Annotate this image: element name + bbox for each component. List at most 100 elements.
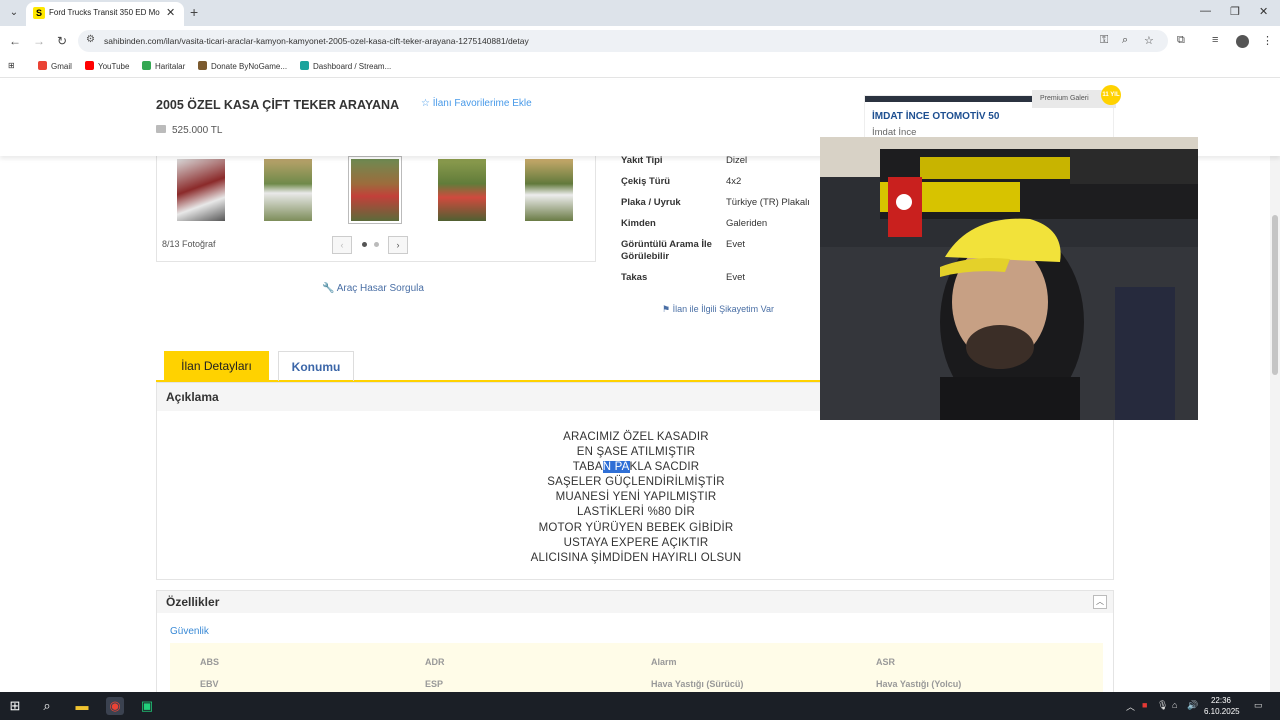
bookmark-donate[interactable]: Donate ByNoGame... (198, 61, 287, 71)
tray-app-icon[interactable]: ■ (1142, 700, 1147, 710)
feature-item: Hava Yastığı (Yolcu) (876, 679, 962, 689)
maximize-icon[interactable]: ❐ (1230, 5, 1240, 18)
browser-tab[interactable]: S Ford Trucks Transit 350 ED Mo ✕ (26, 2, 184, 26)
zoom-icon[interactable]: ⌕ (1122, 34, 1128, 47)
prev-photos-icon[interactable]: ‹ (332, 236, 352, 254)
address-bar[interactable]: ⚙ sahibinden.com/ilan/vasita-ticari-arac… (78, 30, 1168, 52)
url-text: sahibinden.com/ilan/vasita-ticari-aracla… (104, 36, 529, 46)
webcam-overlay (820, 137, 1198, 420)
collapse-icon[interactable]: ︿ (1093, 595, 1107, 609)
feature-item: ESP (425, 679, 444, 689)
youtube-icon (85, 61, 94, 70)
feature-category: Güvenlik (170, 626, 209, 637)
description-line: SAŞELER GÜÇLENDİRİLMİŞTİR (547, 476, 725, 488)
app-icon[interactable]: ▣ (138, 697, 156, 715)
feature-item: EBV (200, 679, 219, 689)
tray-chevron-icon[interactable]: ︿ (1126, 700, 1135, 713)
extensions-icon[interactable]: ⧉ (1177, 34, 1185, 47)
description-line: USTAYA EXPERE AÇIKTIR (563, 537, 709, 549)
reload-icon[interactable]: ↻ (57, 34, 67, 48)
wrench-icon: 🔧 (322, 283, 335, 294)
sahibinden-favicon-icon: S (33, 7, 45, 19)
dealer-name[interactable]: İMDAT İNCE OTOMOTİV 50 (872, 111, 999, 122)
description-line: TABAN PAKLA SACDIR (572, 461, 700, 473)
profile-avatar[interactable] (1236, 35, 1249, 48)
feature-item: ABS (200, 657, 220, 667)
flag-icon: ⚑ (662, 304, 671, 314)
years-badge: 11 YIL (1101, 85, 1121, 105)
description-line: LASTİKLERİ %80 DİR (576, 506, 695, 518)
feature-item: ASR (876, 657, 896, 667)
tab-location[interactable]: Konumu (278, 351, 354, 381)
file-explorer-icon[interactable]: ▬ (73, 697, 91, 715)
back-icon[interactable]: ← (9, 34, 21, 48)
photo-count: 8/13 Fotoğraf (162, 239, 216, 249)
tab-listing-details[interactable]: İlan Detayları (164, 351, 269, 381)
windows-taskbar: ⊞ ⌕ ▬ ◉ ▣ ︿ ■ 🎙 ⌂ 🔊 22:36 6.10.2025 ▭ (0, 692, 1280, 720)
next-photos-icon[interactable]: › (388, 236, 408, 254)
description-line: MOTOR YÜRÜYEN BEBEK GİBİDİR (538, 522, 734, 534)
scrollbar-thumb[interactable] (1272, 215, 1278, 375)
description-line: ARACIMIZ ÖZEL KASADIR (563, 431, 709, 443)
damage-query-link[interactable]: 🔧 Araç Hasar Sorgula (322, 283, 424, 294)
tab-close-icon[interactable]: ✕ (166, 6, 175, 19)
notification-icon[interactable]: ▭ (1254, 700, 1263, 711)
photo-gallery: 8/13 Fotoğraf ‹ › (156, 156, 596, 262)
apps-grid-icon[interactable]: ⊞ (8, 61, 15, 70)
feature-item: Hava Yastığı (Sürücü) (651, 679, 744, 689)
browser-toolbar: ← → ↻ ⚙ sahibinden.com/ilan/vasita-ticar… (0, 26, 1280, 56)
search-icon[interactable]: ⌕ (38, 697, 56, 715)
photo-thumbnail-selected[interactable] (348, 156, 402, 224)
donate-icon (198, 61, 207, 70)
maps-icon (142, 61, 151, 70)
listing-title: 2005 ÖZEL KASA ÇİFT TEKER ARAYANA (156, 98, 400, 112)
complaint-link[interactable]: ⚑ İlan ile İlgili Şikayetim Var (662, 304, 774, 315)
dashboard-icon (300, 61, 309, 70)
dealer-card-bar (865, 96, 1032, 102)
listing-price: 525.000 TL (156, 125, 222, 136)
taskbar-clock[interactable]: 22:36 6.10.2025 (1204, 695, 1240, 717)
description-line: ALICISINA ŞİMDİDEN HAYIRLI OLSUN (530, 552, 742, 564)
price-tag-icon (156, 125, 166, 133)
tab-title: Ford Trucks Transit 350 ED Mo (49, 8, 160, 17)
features-box: Özellikler ︿ Güvenlik ABS ADR Alarm ASR … (156, 590, 1114, 701)
photo-thumbnail[interactable] (264, 159, 312, 221)
description-line: MUANESİ YENİ YAPILMIŞTIR (555, 491, 717, 503)
bookmark-star-icon[interactable]: ☆ (1144, 34, 1154, 47)
window-close-icon[interactable]: ✕ (1259, 5, 1268, 18)
browser-tab-strip: ⌄ S Ford Trucks Transit 350 ED Mo ✕ + — … (0, 0, 1280, 26)
bookmark-gmail[interactable]: Gmail (38, 61, 72, 71)
description-line: EN ŞASE ATILMIŞTIR (576, 446, 696, 458)
photo-thumbnail[interactable] (525, 159, 573, 221)
text-selection: N PA (602, 461, 630, 473)
webcam-image (820, 137, 1198, 420)
page-scrollbar[interactable] (1270, 80, 1280, 692)
bookmarks-bar: ⊞ Gmail YouTube Haritalar Donate ByNoGam… (0, 56, 1280, 78)
star-outline-icon: ☆ (421, 98, 430, 109)
media-controls-icon[interactable]: ≡ (1212, 34, 1218, 46)
password-key-icon[interactable]: ⚿ (1100, 34, 1108, 47)
add-to-favorites-link[interactable]: ☆ İlanı Favorilerime Ekle (421, 98, 532, 109)
page-dot-active[interactable] (362, 242, 367, 247)
forward-icon[interactable]: → (33, 34, 45, 48)
chrome-icon[interactable]: ◉ (106, 697, 124, 715)
bookmark-maps[interactable]: Haritalar (142, 61, 185, 71)
tab-search-icon[interactable]: ⌄ (6, 5, 22, 21)
gmail-icon (38, 61, 47, 70)
browser-menu-icon[interactable]: ⋮ (1262, 34, 1273, 47)
new-tab-icon[interactable]: + (190, 4, 198, 20)
bookmark-dashboard[interactable]: Dashboard / Stream... (300, 61, 391, 71)
volume-icon[interactable]: 🔊 (1187, 700, 1198, 711)
feature-item: ADR (425, 657, 445, 667)
bookmark-youtube[interactable]: YouTube (85, 61, 129, 71)
page-dot[interactable] (374, 242, 379, 247)
microphone-icon[interactable]: 🎙 (1157, 700, 1168, 711)
photo-thumbnail[interactable] (177, 159, 225, 221)
feature-item: Alarm (651, 657, 677, 667)
features-heading: Özellikler (157, 591, 1113, 613)
site-info-icon[interactable]: ⚙ (86, 34, 95, 45)
photo-thumbnail[interactable] (438, 159, 486, 221)
minimize-icon[interactable]: — (1200, 5, 1211, 17)
network-icon[interactable]: ⌂ (1172, 700, 1177, 710)
start-icon[interactable]: ⊞ (6, 697, 24, 715)
